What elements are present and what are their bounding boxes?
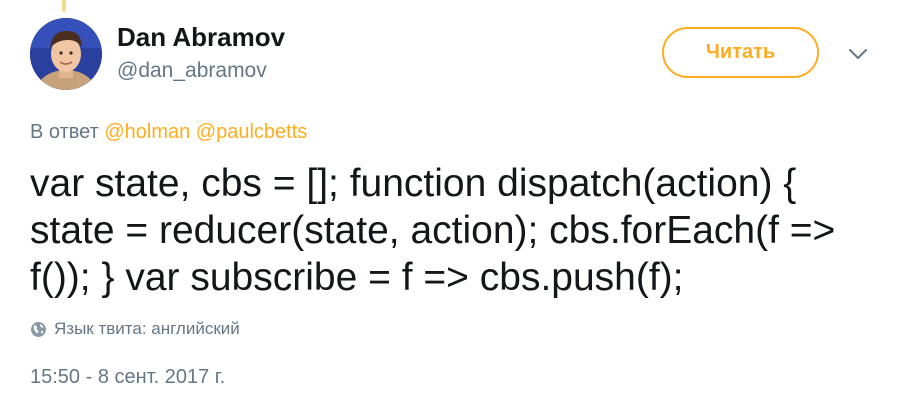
tweet-language: Язык твита: английский: [30, 319, 240, 339]
mention-paulcbetts[interactable]: @paulcbetts: [196, 121, 307, 143]
thread-connector-line: [62, 0, 66, 12]
more-options-button[interactable]: [846, 42, 870, 66]
tweet-text: var state, cbs = []; function dispatch(a…: [30, 162, 836, 299]
chevron-down-icon: [849, 49, 867, 59]
avatar[interactable]: [30, 18, 102, 90]
author-handle[interactable]: @dan_abramov: [117, 59, 267, 83]
author-display-name[interactable]: Dan Abramov: [117, 22, 285, 53]
mention-holman[interactable]: @holman: [104, 121, 190, 143]
tweet-language-label: Язык твита: английский: [54, 319, 240, 338]
reply-context-prefix: В ответ: [30, 121, 99, 143]
tweet-timestamp[interactable]: 15:50 - 8 сент. 2017 г.: [30, 366, 225, 389]
globe-icon: [30, 321, 47, 338]
follow-button[interactable]: Читать: [662, 27, 819, 78]
reply-context: В ответ @holman @paulcbetts: [30, 121, 307, 144]
